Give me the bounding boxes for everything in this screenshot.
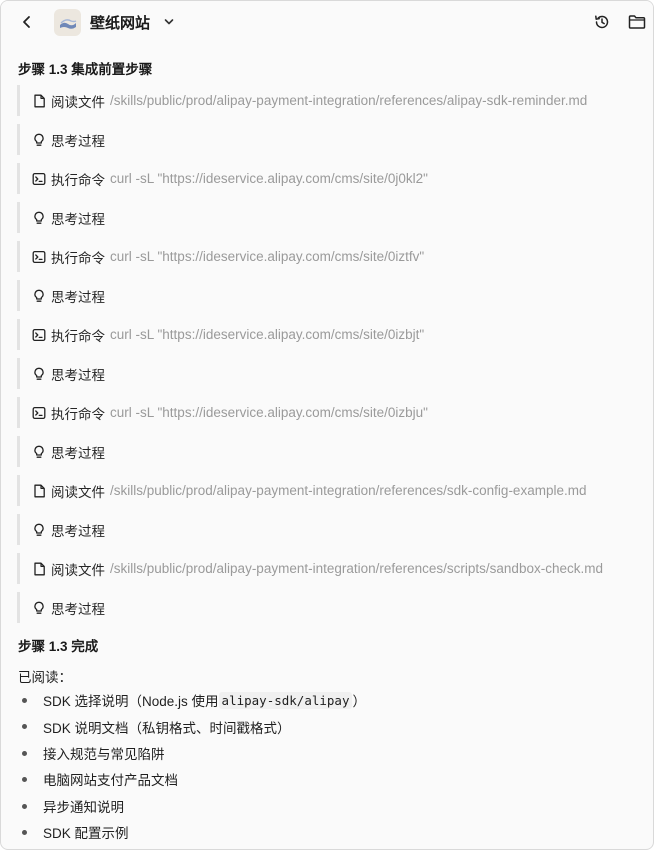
read-item-suffix: ） (352, 694, 366, 710)
step-thought[interactable]: 思考过程 (17, 202, 639, 233)
lightbulb-icon (32, 289, 46, 303)
read-item-text: SDK 说明文档（私钥格式、时间戳格式） (43, 720, 291, 736)
step-thought[interactable]: 思考过程 (17, 358, 639, 389)
step-thought[interactable]: 思考过程 (17, 124, 639, 155)
lightbulb-icon (32, 211, 46, 225)
read-item: SDK 说明文档（私钥格式、时间戳格式） (21, 713, 366, 739)
step-label: 阅读文件 (51, 94, 105, 110)
inline-code: alipay-sdk/alipay (218, 691, 353, 709)
read-item: 接入规范与常见陷阱 (21, 740, 366, 766)
step-label: 阅读文件 (51, 484, 105, 500)
app-window: 壁纸网站 步骤 1.3 集成前置步骤 阅读文件/skills/public/pr… (0, 0, 654, 850)
step-label: 思考过程 (51, 211, 105, 227)
step-command[interactable]: 执行命令 curl -sL "https://ideservice.alipay.… (17, 319, 639, 350)
step-thought[interactable]: 思考过程 (17, 514, 639, 545)
file-icon (32, 562, 46, 576)
step-label: 阅读文件 (51, 562, 105, 578)
step-thought[interactable]: 思考过程 (17, 436, 639, 467)
step-detail: curl -sL "https://ideservice.alipay.com/… (110, 249, 425, 264)
bullet-dot (22, 750, 27, 756)
step-detail: /skills/public/prod/alipay-payment-integ… (110, 561, 603, 576)
read-item-text: SDK 配置示例 (43, 826, 129, 842)
title-dropdown[interactable] (159, 12, 179, 32)
history-button[interactable] (591, 11, 613, 33)
lightbulb-icon (32, 601, 46, 615)
terminal-icon (32, 406, 46, 420)
step-label: 执行命令 (51, 250, 105, 266)
step-label: 执行命令 (51, 172, 105, 188)
step-command[interactable]: 执行命令 curl -sL "https://ideservice.alipay.… (17, 397, 639, 428)
top-bar: 壁纸网站 (1, 1, 653, 43)
step-label: 思考过程 (51, 601, 105, 617)
terminal-icon (32, 328, 46, 342)
read-label: 已阅读： (18, 670, 72, 685)
lightbulb-icon (32, 523, 46, 537)
read-item: SDK 选择说明（Node.js 使用 alipay-sdk/alipay） (21, 687, 366, 713)
lightbulb-icon (32, 445, 46, 459)
read-item: 异步通知说明 (21, 793, 366, 819)
app-title[interactable]: 壁纸网站 (90, 12, 150, 33)
step-label: 执行命令 (51, 328, 105, 344)
bullet-dot (22, 777, 27, 783)
terminal-icon (32, 250, 46, 264)
step-file[interactable]: 阅读文件/skills/public/prod/alipay-payment-i… (17, 553, 639, 584)
step-command[interactable]: 执行命令 curl -sL "https://ideservice.alipay.… (17, 241, 639, 272)
file-icon (32, 484, 46, 498)
step-detail: /skills/public/prod/alipay-payment-integ… (110, 93, 588, 108)
app-logo (54, 9, 81, 36)
step-label: 执行命令 (51, 406, 105, 422)
bullet-dot (22, 829, 27, 835)
file-icon (32, 94, 46, 108)
bullet-dot (22, 724, 27, 730)
step-label: 思考过程 (51, 367, 105, 383)
step-list: 阅读文件/skills/public/prod/alipay-payment-i… (17, 85, 639, 631)
chevron-down-icon (164, 19, 174, 25)
read-item-text: 异步通知说明 (43, 799, 124, 815)
step-detail: /skills/public/prod/alipay-payment-integ… (110, 483, 587, 498)
chat-content: 步骤 1.3 集成前置步骤 阅读文件/skills/public/prod/al… (1, 43, 653, 849)
step-thought[interactable]: 思考过程 (17, 280, 639, 311)
folder-button[interactable] (626, 11, 648, 33)
chevron-left-icon (23, 16, 30, 28)
step-label: 思考过程 (51, 133, 105, 149)
folder-icon (628, 15, 646, 29)
read-item-text: 电脑网站支付产品文档 (43, 773, 178, 789)
step-file[interactable]: 阅读文件/skills/public/prod/alipay-payment-i… (17, 475, 639, 506)
step-label: 思考过程 (51, 523, 105, 539)
step-detail: curl -sL "https://ideservice.alipay.com/… (110, 327, 425, 342)
history-icon (595, 15, 609, 29)
read-item-text: SDK 选择说明（Node.js 使用 (43, 694, 219, 710)
step-file[interactable]: 阅读文件/skills/public/prod/alipay-payment-i… (17, 85, 639, 116)
section-title: 步骤 1.3 集成前置步骤 (18, 62, 153, 77)
read-item: 电脑网站支付产品文档 (21, 766, 366, 792)
step-detail: curl -sL "https://ideservice.alipay.com/… (110, 171, 428, 186)
back-button[interactable] (15, 10, 39, 34)
lightbulb-icon (32, 367, 46, 381)
step-command[interactable]: 执行命令 curl -sL "https://ideservice.alipay.… (17, 163, 639, 194)
bullet-dot (22, 803, 27, 809)
completion-title: 步骤 1.3 完成 (18, 639, 99, 654)
read-list: SDK 选择说明（Node.js 使用 alipay-sdk/alipay） SD… (21, 687, 366, 845)
step-thought[interactable]: 思考过程 (17, 592, 639, 623)
terminal-icon (32, 172, 46, 186)
step-detail: curl -sL "https://ideservice.alipay.com/… (110, 405, 428, 420)
read-item-text: 接入规范与常见陷阱 (43, 746, 165, 762)
lightbulb-icon (32, 133, 46, 147)
step-label: 思考过程 (51, 445, 105, 461)
bullet-dot (22, 698, 27, 703)
step-label: 思考过程 (51, 289, 105, 305)
read-item: SDK 配置示例 (21, 819, 366, 845)
app-logo-icon (59, 18, 76, 29)
